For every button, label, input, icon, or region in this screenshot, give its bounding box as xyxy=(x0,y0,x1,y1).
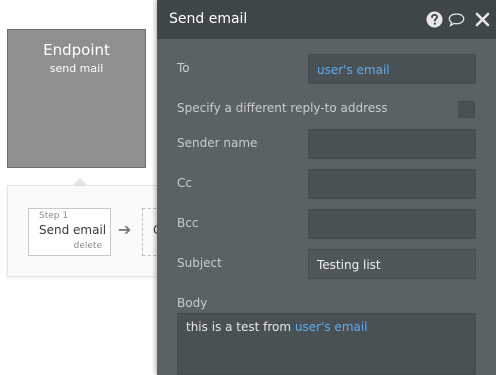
body-dynamic-value[interactable]: user's email xyxy=(295,320,368,334)
panel-header: Send email xyxy=(157,0,496,39)
help-icon[interactable] xyxy=(426,11,443,28)
reply-to-checkbox[interactable] xyxy=(458,101,475,118)
step-number: Step 1 xyxy=(39,211,69,221)
workflow-editor: Endpoint send mail Step 1 Send email del… xyxy=(0,0,496,375)
step-name: Send email xyxy=(39,223,107,237)
body-label: Body xyxy=(177,296,208,310)
arrow-right-icon: ➔ xyxy=(118,220,132,239)
to-label: To xyxy=(177,61,190,75)
panel-title: Send email xyxy=(169,11,248,27)
endpoint-subtitle: send mail xyxy=(49,62,104,75)
body-textarea[interactable]: this is a test from user's email xyxy=(177,313,476,375)
cc-label: Cc xyxy=(177,176,192,190)
body-text: this is a test from xyxy=(186,320,295,334)
bcc-field[interactable] xyxy=(308,209,476,239)
step-delete-link[interactable]: delete xyxy=(74,241,102,251)
step-1-box[interactable]: Step 1 Send email delete xyxy=(28,208,111,256)
comment-icon[interactable] xyxy=(448,11,465,28)
endpoint-card[interactable]: Endpoint send mail xyxy=(7,29,146,168)
subject-field[interactable]: Testing list xyxy=(308,249,476,279)
strip-notch xyxy=(73,178,87,185)
sender-name-field[interactable] xyxy=(308,129,476,159)
bcc-label: Bcc xyxy=(177,216,199,230)
subject-label: Subject xyxy=(177,256,222,270)
to-dynamic-value[interactable]: user's email xyxy=(317,63,390,77)
send-email-panel: Send email To user's email Specify a dif… xyxy=(157,0,496,375)
to-field[interactable]: user's email xyxy=(308,54,476,84)
close-icon[interactable] xyxy=(474,11,491,28)
sender-name-label: Sender name xyxy=(177,136,258,150)
reply-to-label: Specify a different reply-to address xyxy=(177,101,388,115)
cc-field[interactable] xyxy=(308,169,476,199)
endpoint-title: Endpoint xyxy=(43,41,110,59)
